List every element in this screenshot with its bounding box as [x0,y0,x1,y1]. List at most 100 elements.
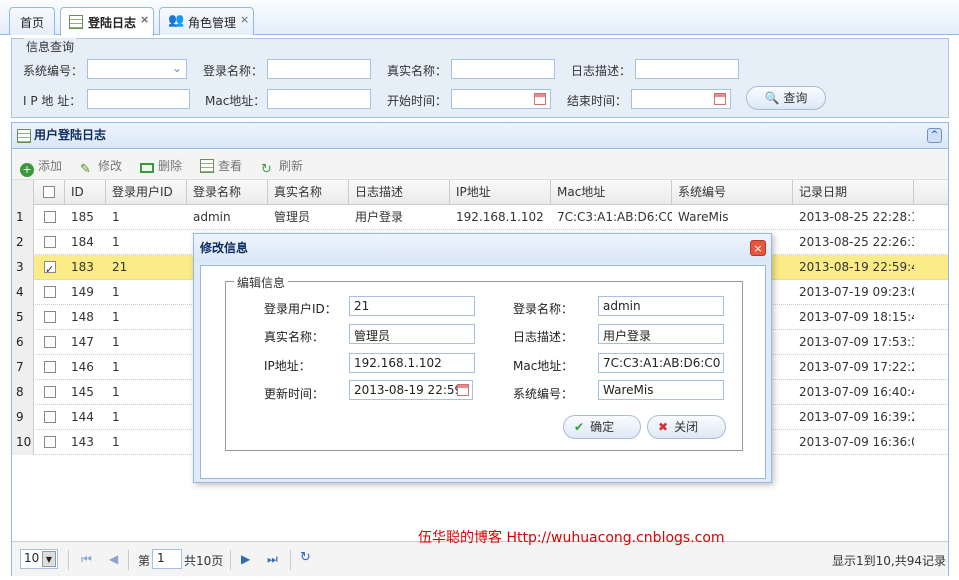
cell-id: 185 [71,210,94,224]
row-checkbox[interactable] [44,236,56,248]
row-checkbox[interactable] [44,336,56,348]
row-checkbox[interactable] [44,286,56,298]
row-number: 4 [12,280,34,305]
cell-id: 144 [71,410,94,424]
row-checkbox[interactable] [44,361,56,373]
confirm-button[interactable]: ✔ 确定 [563,415,641,439]
collapse-icon[interactable]: ^ [927,128,942,143]
cell-uid: 1 [112,210,120,224]
cell-date: 2013-08-25 22:26:35 [799,235,914,249]
row-number: 1 [12,205,34,230]
tab-role-management[interactable]: 👥 角色管理 × [159,7,254,35]
add-label: 添加 [38,159,63,173]
login-name-input[interactable] [267,59,371,79]
last-page-icon[interactable]: ⏭ [267,552,278,567]
tab-label: 角色管理 [188,16,237,30]
col-header-log-desc[interactable]: 日志描述 [349,180,450,205]
calendar-icon[interactable] [457,384,469,396]
col-header-id[interactable]: ID [65,180,106,205]
ip-input[interactable] [87,89,190,109]
mac-input[interactable] [267,89,371,109]
separator [290,550,291,570]
users-icon: 👥 [168,13,185,28]
cell-id: 145 [71,385,94,399]
next-page-icon[interactable]: ▶ [241,552,250,566]
search-button[interactable]: 🔍 查询 [746,86,826,110]
table-row[interactable]: 1 185 1 admin 管理员 用户登录 192.168.1.102 7C:C3:A1:A… [12,205,948,230]
cell-id: 183 [71,260,94,274]
col-header-date[interactable]: 记录日期 [793,180,914,205]
col-header-user-id[interactable]: 登录用户ID [106,180,187,205]
first-page-icon[interactable]: ⏮ [81,552,92,567]
delete-label: 删除 [158,159,183,173]
row-number: 6 [12,330,34,355]
row-number: 9 [12,405,34,430]
edit-button[interactable]: ✎ 修改 [80,157,122,177]
page-number-input[interactable]: 1 [152,549,182,569]
page-size-select[interactable]: 10 ▼ [20,549,58,569]
row-checkbox[interactable] [44,258,56,282]
search-icon: 🔍 [764,91,780,105]
ip-label: IP地址： [264,359,311,373]
delete-button[interactable]: 删除 [140,157,182,174]
cell-desc: 用户登录 [355,210,404,224]
cell-id: 146 [71,360,94,374]
mac-label: Mac地址： [205,94,266,108]
sys-no-field[interactable]: WareMis [598,380,724,400]
refresh-icon[interactable]: ↻ [300,550,311,565]
calendar-icon[interactable] [534,93,546,105]
cell-date: 2013-07-09 16:36:03 [799,435,914,449]
log-desc-input[interactable] [635,59,739,79]
col-header-sys-no[interactable]: 系统编号 [672,180,793,205]
row-checkbox[interactable] [44,411,56,423]
login-name-field[interactable]: admin [598,296,724,316]
search-button-label: 查询 [783,91,808,105]
start-time-input[interactable] [451,89,551,109]
update-time-label: 更新时间： [264,387,325,401]
edit-label: 修改 [98,159,123,173]
cell-uid: 1 [112,310,120,324]
prev-page-icon[interactable]: ◀ [109,552,118,566]
row-checkbox[interactable] [44,436,56,448]
close-icon[interactable]: × [140,13,149,26]
tab-login-log[interactable]: 登陆日志 × [60,7,154,36]
sys-no-select[interactable]: ⌄ [87,59,187,79]
row-checkbox[interactable] [44,211,56,223]
separator [68,550,69,570]
real-name-label: 真实名称： [264,330,325,344]
page-prefix: 第 [138,554,151,568]
col-header-mac[interactable]: Mac地址 [551,180,672,205]
select-all-header [34,180,65,205]
real-name-input[interactable] [451,59,555,79]
row-checkbox[interactable] [44,311,56,323]
user-id-field[interactable]: 21 [349,296,475,316]
mac-label: Mac地址： [513,359,574,373]
close-icon[interactable]: × [750,240,766,256]
close-button[interactable]: ✖ 关闭 [647,415,726,439]
table-icon [200,159,214,173]
row-checkbox[interactable] [44,386,56,398]
update-time-field[interactable]: 2013-08-19 22:59 [349,380,473,400]
tab-home[interactable]: 首页 [9,7,55,35]
select-all-checkbox[interactable] [43,186,55,198]
view-button[interactable]: 查看 [200,157,242,174]
mac-field[interactable]: 7C:C3:A1:AB:D6:C0 [598,353,724,373]
col-header-ip[interactable]: IP地址 [450,180,551,205]
sys-no-label: 系统编号： [23,64,84,78]
col-header-login-name[interactable]: 登录名称 [187,180,268,205]
real-name-field[interactable]: 管理员 [349,324,475,344]
col-header-real-name[interactable]: 真实名称 [268,180,349,205]
calendar-icon[interactable] [714,93,726,105]
close-icon[interactable]: × [240,13,249,26]
add-button[interactable]: + 添加 [20,157,62,177]
watermark: 伍华聪的博客 Http://wuhuacong.cnblogs.com [418,530,725,546]
log-desc-field[interactable]: 用户登录 [598,324,724,344]
refresh-button[interactable]: ↻ 刷新 [261,157,303,177]
grid-header: ID 登录用户ID 登录名称 真实名称 日志描述 IP地址 Mac地址 系统编号… [12,180,948,205]
end-time-input[interactable] [631,89,731,109]
ip-field[interactable]: 192.168.1.102 [349,353,475,373]
cell-date: 2013-07-09 17:22:21 [799,360,914,374]
cell-date: 2013-07-19 09:23:08 [799,285,914,299]
row-number: 8 [12,380,34,405]
cell-real: 管理员 [274,210,311,224]
